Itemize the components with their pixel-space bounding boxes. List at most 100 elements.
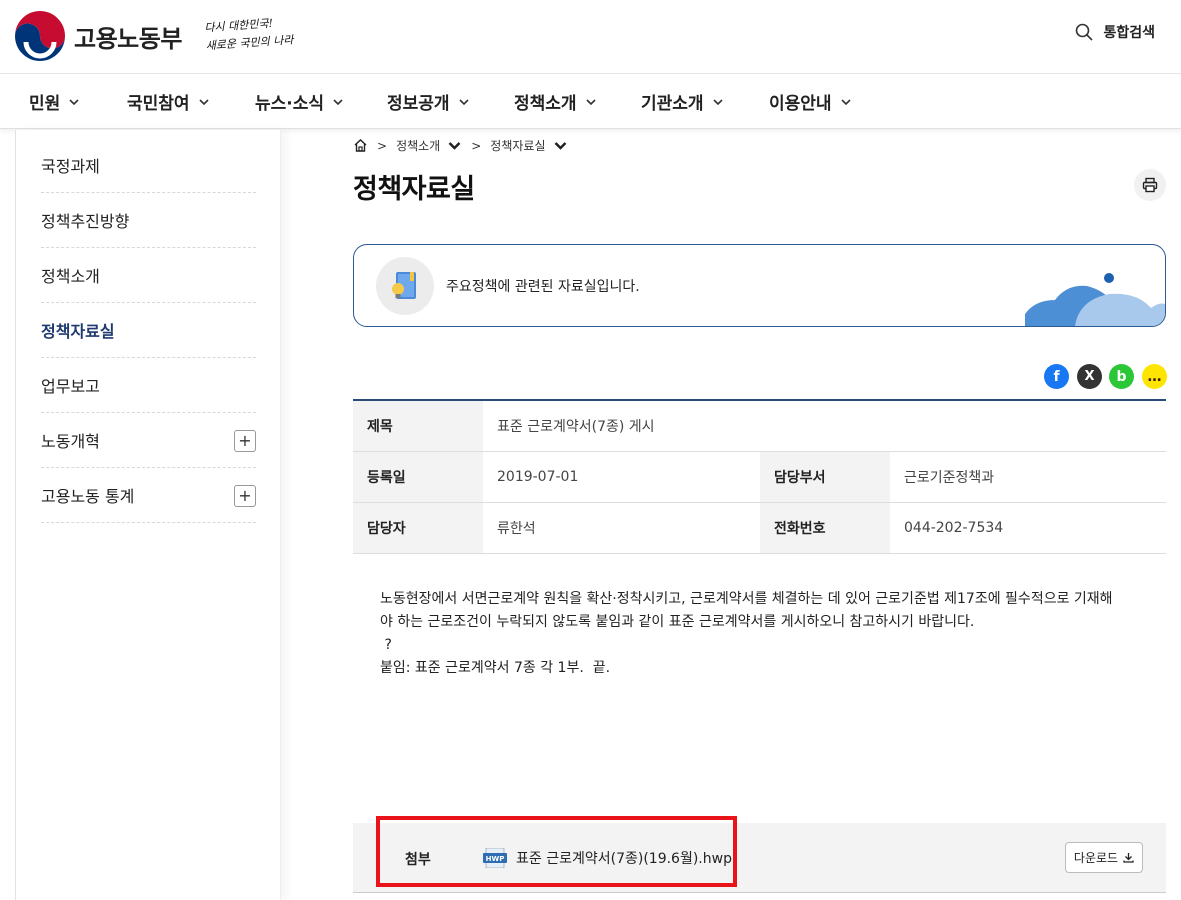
band-share-icon[interactable]: b: [1109, 364, 1134, 389]
gnb-label: 정책소개: [514, 94, 577, 114]
chevron-down-icon: [333, 98, 343, 105]
breadcrumb-separator: >: [377, 138, 388, 153]
gnb-item-news[interactable]: 뉴스·소식: [255, 74, 344, 129]
sidebar-item-label: 정책자료실: [41, 322, 115, 341]
chevron-down-icon: [840, 98, 851, 105]
attachment-file-link[interactable]: HWP 표준 근로계약서(7종)(19.6월).hwp: [483, 848, 732, 868]
chevron-down-icon: [554, 142, 566, 150]
sidebar: 국정과제 정책추진방향 정책소개 정책자료실 업무보고 노동개혁 + 고용노동 통…: [15, 130, 281, 900]
chevron-down-icon: [712, 98, 723, 105]
body-paragraph: ?: [380, 637, 392, 653]
info-banner: 주요정책에 관련된 자료실입니다.: [353, 244, 1166, 327]
sidebar-item-label: 노동개혁: [41, 432, 100, 451]
home-icon[interactable]: [353, 138, 368, 153]
expand-plus-icon[interactable]: +: [234, 485, 256, 507]
slogan: 다시 대한민국! 새로운 국민의 나라: [204, 13, 306, 56]
sidebar-item-label: 정책소개: [41, 267, 100, 286]
post-meta-table: 제목 표준 근로계약서(7종) 게시 등록일 2019-07-01 담당부서 근…: [353, 399, 1166, 554]
sidebar-item-label: 업무보고: [41, 377, 100, 396]
person-header: 담당자: [353, 503, 483, 553]
phone-header: 전화번호: [760, 503, 890, 553]
title-value: 표준 근로계약서(7종) 게시: [497, 419, 655, 435]
date-header: 등록일: [353, 452, 483, 502]
sidebar-item-statistics[interactable]: 고용노동 통계 +: [41, 468, 256, 523]
print-button[interactable]: [1134, 169, 1166, 201]
gnb-label: 기관소개: [641, 94, 704, 114]
hwp-file-icon: HWP: [483, 848, 507, 868]
sidebar-item-policy-intro[interactable]: 정책소개: [41, 248, 256, 303]
kakaotalk-share-icon[interactable]: …: [1142, 364, 1167, 389]
x-share-icon[interactable]: X: [1077, 364, 1102, 389]
search-icon: [1076, 23, 1094, 41]
facebook-share-icon[interactable]: f: [1044, 364, 1069, 389]
taegeuk-emblem-icon: [15, 11, 65, 61]
gnb-item-civil[interactable]: 민원: [29, 74, 80, 129]
breadcrumb: > 정책소개 > 정책자료실: [353, 137, 568, 154]
post-body: 노동현장에서 서면근로계약 원칙을 확산·정착시키고, 근로계약서를 체결하는 …: [380, 588, 1140, 680]
title-header: 제목: [353, 401, 483, 451]
chevron-down-icon: [448, 142, 461, 150]
gnb-label: 정보공개: [387, 94, 450, 114]
sidebar-item-label: 고용노동 통계: [41, 487, 135, 506]
attachment-row: 첨부 HWP 표준 근로계약서(7종)(19.6월).hwp 다운로드: [353, 823, 1166, 893]
x-glyph: X: [1084, 369, 1095, 384]
attachment-label: 첨부: [405, 852, 431, 868]
breadcrumb-label: 정책자료실: [490, 139, 546, 153]
band-glyph: b: [1116, 368, 1127, 385]
wave-decoration-icon: [1025, 273, 1165, 326]
gnb-item-disclosure[interactable]: 정보공개: [387, 74, 470, 129]
search-button[interactable]: 통합검색: [1075, 22, 1155, 42]
gnb-label: 국민참여: [127, 94, 190, 114]
gnb-label: 이용안내: [769, 94, 832, 114]
table-row: 담당자 류한석 전화번호 044-202-7534: [353, 503, 1166, 554]
body-paragraph: 붙임: 표준 근로계약서 7종 각 1부. 끝.: [380, 660, 611, 676]
logo-text: 고용노동부: [74, 24, 182, 53]
page-title: 정책자료실: [353, 174, 475, 205]
body-paragraph: 노동현장에서 서면근로계약 원칙을 확산·정착시키고, 근로계약서를 체결하는 …: [380, 591, 1113, 607]
hwp-file-type: HWP: [486, 855, 505, 863]
phone-value: 044-202-7534: [904, 520, 1004, 536]
table-row: 제목 표준 근로계약서(7종) 게시: [353, 401, 1166, 452]
main-navigation: 민원 국민참여 뉴스·소식 정보공개 정책소개 기관소개 이용안내: [0, 74, 1181, 129]
sidebar-item-label: 국정과제: [41, 157, 100, 176]
chevron-down-icon: [458, 98, 469, 105]
body-paragraph: 야 하는 근로조건이 누락되지 않도록 붙임과 같이 표준 근로계약서를 게시하…: [380, 614, 975, 630]
sidebar-item-policy-library[interactable]: 정책자료실: [41, 303, 256, 358]
download-label: 다운로드: [1073, 851, 1119, 865]
chevron-down-icon: [585, 98, 596, 105]
expand-plus-icon[interactable]: +: [234, 430, 256, 452]
chevron-down-icon: [198, 98, 209, 105]
department-header: 담당부서: [760, 452, 890, 502]
kakaotalk-glyph: …: [1147, 368, 1162, 385]
info-banner-text: 주요정책에 관련된 자료실입니다.: [446, 279, 640, 295]
breadcrumb-separator: >: [471, 138, 482, 153]
site-logo[interactable]: 고용노동부: [14, 10, 182, 62]
gnb-label: 뉴스·소식: [255, 94, 325, 114]
gnb-item-guide[interactable]: 이용안내: [769, 74, 852, 129]
sidebar-item-work-report[interactable]: 업무보고: [41, 358, 256, 413]
sidebar-item-label: 정책추진방향: [41, 212, 130, 231]
book-lightbulb-icon: [376, 257, 434, 315]
breadcrumb-policy-library[interactable]: 정책자료실: [490, 137, 567, 154]
breadcrumb-label: 정책소개: [396, 139, 441, 153]
printer-icon: [1142, 177, 1158, 193]
gnb-item-participation[interactable]: 국민참여: [127, 74, 210, 129]
facebook-glyph: f: [1053, 368, 1060, 385]
gnb-label: 민원: [29, 94, 61, 114]
person-value: 류한석: [497, 521, 536, 537]
sidebar-item-policy-direction[interactable]: 정책추진방향: [41, 193, 256, 248]
download-button[interactable]: 다운로드: [1065, 842, 1143, 873]
table-row: 등록일 2019-07-01 담당부서 근로기준정책과: [353, 452, 1166, 503]
date-value: 2019-07-01: [497, 469, 579, 485]
download-icon: [1123, 853, 1134, 863]
sidebar-item-labor-reform[interactable]: 노동개혁 +: [41, 413, 256, 468]
site-header: 고용노동부 다시 대한민국! 새로운 국민의 나라 통합검색: [0, 0, 1181, 74]
chevron-down-icon: [69, 98, 79, 105]
breadcrumb-policy-intro[interactable]: 정책소개: [396, 137, 462, 154]
gnb-item-policy[interactable]: 정책소개: [514, 74, 597, 129]
search-label: 통합검색: [1103, 25, 1155, 41]
sidebar-item-national-tasks[interactable]: 국정과제: [41, 138, 256, 193]
gnb-item-organization[interactable]: 기관소개: [641, 74, 724, 129]
attachment-file-name: 표준 근로계약서(7종)(19.6월).hwp: [516, 851, 732, 867]
department-value: 근로기준정책과: [904, 470, 995, 486]
